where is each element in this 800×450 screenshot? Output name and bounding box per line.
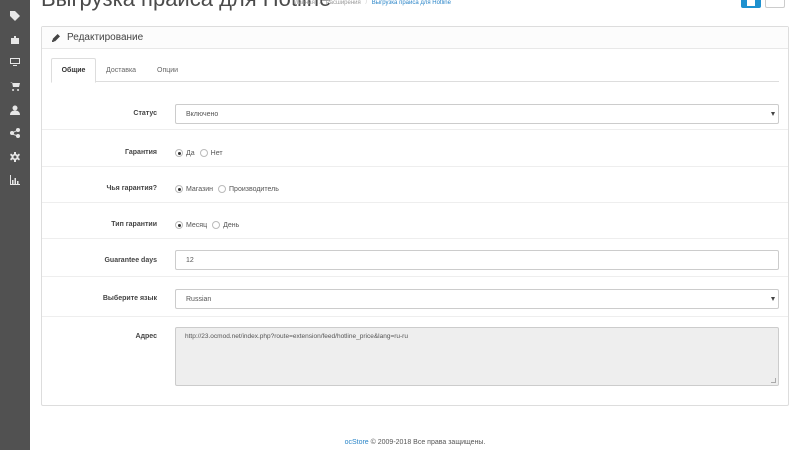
panel-title: Редактирование bbox=[67, 32, 144, 43]
tab-general[interactable]: Общие bbox=[51, 58, 96, 83]
guarantee-days-label: Guarantee days bbox=[104, 257, 157, 264]
warranty-label: Гарантия bbox=[125, 149, 157, 156]
tab-options[interactable]: Опции bbox=[157, 58, 178, 82]
warranty-store-radio[interactable] bbox=[175, 185, 183, 193]
cart-icon[interactable] bbox=[0, 76, 30, 96]
warranty-day-label: День bbox=[223, 221, 240, 229]
back-button[interactable] bbox=[765, 0, 785, 8]
save-button[interactable] bbox=[741, 0, 761, 8]
guarantee-days-value: 12 bbox=[186, 256, 194, 264]
footer-brand-link[interactable]: ocStore bbox=[345, 439, 369, 446]
user-icon[interactable] bbox=[0, 100, 30, 120]
whose-warranty-row: Чья гарантия? Магазин Производитель bbox=[42, 167, 788, 203]
language-value: Russian bbox=[186, 295, 212, 303]
warranty-no-label: Нет bbox=[210, 149, 223, 157]
language-select[interactable]: Russian bbox=[175, 289, 779, 309]
breadcrumb-separator: / bbox=[365, 0, 368, 6]
warranty-manufacturer-label: Производитель bbox=[229, 185, 279, 193]
save-icon bbox=[747, 0, 755, 6]
desktop-icon[interactable] bbox=[0, 52, 30, 72]
warranty-manufacturer-radio[interactable] bbox=[218, 185, 227, 193]
footer-copyright: © 2009-2018 Все права защищены. bbox=[370, 439, 486, 446]
warranty-no-radio[interactable] bbox=[199, 149, 208, 157]
language-row: Выберите язык Russian bbox=[42, 277, 788, 317]
breadcrumb-item-extensions[interactable]: Расширения bbox=[326, 0, 361, 6]
warranty-yes-radio[interactable] bbox=[175, 149, 183, 157]
bar-chart-icon[interactable] bbox=[0, 170, 30, 190]
address-label: Адрес bbox=[135, 333, 157, 340]
status-value: Включено bbox=[186, 110, 219, 118]
panel-heading: Редактирование bbox=[42, 27, 788, 49]
address-value: http://23.ocmod.net/index.php?route=exte… bbox=[185, 333, 408, 340]
warranty-type-label: Тип гарантии bbox=[111, 221, 157, 228]
footer: ocStore © 2009-2018 Все права защищены. bbox=[30, 439, 800, 446]
tab-bar: Общие Доставка Опции bbox=[51, 58, 779, 83]
status-row: Статус Включено bbox=[42, 93, 788, 130]
cog-icon[interactable] bbox=[0, 147, 30, 167]
warranty-day-radio[interactable] bbox=[212, 221, 221, 229]
sidebar bbox=[0, 0, 30, 450]
warranty-type-radio-group: Месяц День bbox=[175, 221, 244, 229]
whose-warranty-radio-group: Магазин Производитель bbox=[175, 185, 284, 193]
status-label: Статус bbox=[133, 110, 157, 117]
edit-panel: Редактирование Общие Доставка Опции Стат… bbox=[41, 26, 789, 406]
warranty-store-label: Магазин bbox=[186, 185, 214, 193]
puzzle-icon[interactable] bbox=[0, 30, 30, 50]
guarantee-days-row: Guarantee days 12 bbox=[42, 239, 788, 277]
breadcrumb-separator: / bbox=[319, 0, 322, 6]
guarantee-days-input[interactable]: 12 bbox=[175, 250, 779, 270]
address-textarea[interactable]: http://23.ocmod.net/index.php?route=exte… bbox=[175, 327, 779, 386]
chevron-down-icon bbox=[771, 297, 775, 301]
breadcrumb-item-current[interactable]: Выгрузка прайса для Hotline bbox=[372, 0, 451, 6]
page-header: Выгрузка прайса для Hotline Главная / Ра… bbox=[30, 0, 800, 14]
resize-handle[interactable] bbox=[771, 378, 776, 383]
warranty-month-radio[interactable] bbox=[175, 221, 183, 229]
tab-delivery[interactable]: Доставка bbox=[106, 58, 136, 82]
warranty-yes-label: Да bbox=[186, 149, 195, 157]
page-title: Выгрузка прайса для Hotline bbox=[41, 0, 331, 12]
chevron-down-icon bbox=[771, 112, 775, 116]
pencil-icon bbox=[52, 33, 60, 42]
share-icon[interactable] bbox=[0, 123, 30, 143]
warranty-radio-group: Да Нет bbox=[175, 149, 228, 157]
language-label: Выберите язык bbox=[102, 295, 157, 302]
warranty-type-row: Тип гарантии Месяц День bbox=[42, 203, 788, 239]
breadcrumb-item-home[interactable]: Главная bbox=[292, 0, 315, 6]
tag-icon[interactable] bbox=[0, 6, 30, 26]
warranty-row: Гарантия Да Нет bbox=[42, 130, 788, 167]
warranty-month-label: Месяц bbox=[186, 221, 208, 229]
whose-warranty-label: Чья гарантия? bbox=[106, 185, 157, 192]
breadcrumb: Главная / Расширения / Выгрузка прайса д… bbox=[292, 0, 454, 6]
address-row: Адрес http://23.ocmod.net/index.php?rout… bbox=[42, 317, 788, 397]
status-select[interactable]: Включено bbox=[175, 104, 779, 124]
